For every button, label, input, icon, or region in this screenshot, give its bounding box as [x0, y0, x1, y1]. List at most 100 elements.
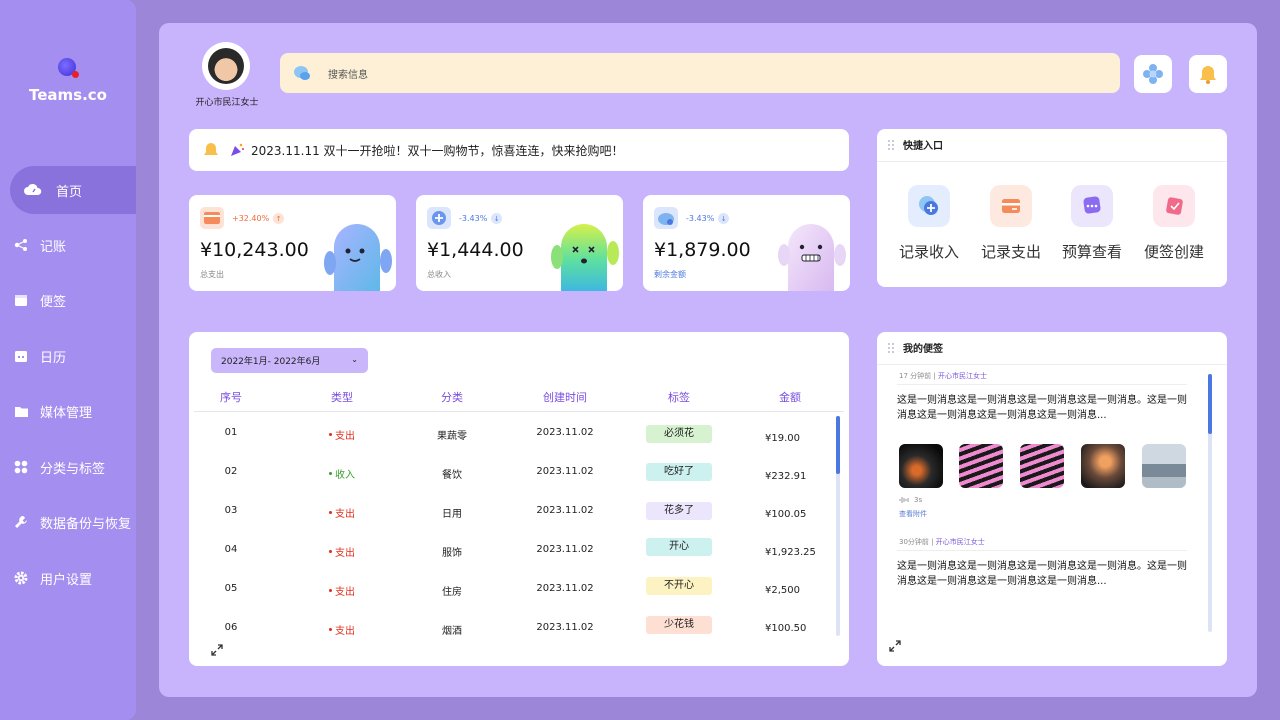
sidebar-item-calendar[interactable]: 日历: [10, 332, 136, 380]
bell-icon: [204, 143, 218, 155]
notification-button[interactable]: [1189, 55, 1227, 93]
drag-handle-icon[interactable]: [887, 342, 895, 354]
memo-time: 30分钟前: [899, 538, 929, 546]
sidebar-item-category-tags[interactable]: 分类与标签: [10, 443, 136, 491]
chat-dots-icon: [1071, 185, 1113, 227]
tag-badge[interactable]: 开心: [646, 538, 712, 556]
stat-change-value: +32.40%: [232, 214, 270, 223]
column-header[interactable]: 分类: [427, 389, 477, 405]
attachment-image[interactable]: [1081, 444, 1125, 488]
sidebar-item-backup[interactable]: 数据备份与恢复: [10, 498, 136, 546]
attachment-image[interactable]: [959, 444, 1003, 488]
flower-button[interactable]: [1134, 55, 1172, 93]
stat-change: +32.40% ↑: [232, 213, 285, 224]
memo-scrollbar[interactable]: [1208, 374, 1212, 632]
quick-item-record-income[interactable]: 记录收入: [889, 185, 969, 262]
cloud-icon: [654, 207, 678, 229]
quick-item-view-budget[interactable]: 预算查看: [1052, 185, 1132, 262]
stat-label: 剩余金额: [654, 270, 686, 279]
cell-time: 2023.11.02: [536, 544, 594, 555]
quick-item-label: 预算查看: [1061, 243, 1122, 261]
tag-badge[interactable]: 少花钱: [646, 616, 712, 634]
memo-time: 17 分钟前: [899, 372, 932, 380]
quick-item-record-expense[interactable]: 记录支出: [971, 185, 1051, 262]
card-header: 我的便签: [887, 340, 943, 355]
chevron-down-icon: ⌄: [351, 355, 358, 364]
avatar[interactable]: [202, 42, 250, 90]
cell-amount: ¥2,500: [765, 585, 800, 596]
logo-icon: [58, 58, 79, 78]
date-range-select[interactable]: 2022年1月- 2022年6月 ⌄: [211, 348, 368, 373]
divider: [877, 364, 1227, 365]
scrollbar-thumb[interactable]: [836, 416, 840, 474]
quick-item-create-memo[interactable]: 便签创建: [1134, 185, 1214, 262]
cell-type: 支出: [312, 505, 372, 520]
attachment-image[interactable]: [899, 444, 943, 488]
view-attachment-link[interactable]: 查看附件: [899, 509, 927, 519]
stat-label: 总收入: [427, 270, 451, 279]
voice-message[interactable]: 3s: [899, 496, 922, 504]
column-header[interactable]: 创建时间: [532, 389, 598, 405]
tag-badge[interactable]: 花多了: [646, 502, 712, 520]
column-header[interactable]: 标签: [654, 389, 704, 405]
stat-card-expense[interactable]: +32.40% ↑ ¥10,243.00 总支出: [189, 195, 396, 291]
stat-amount: ¥1,444.00: [427, 239, 524, 261]
cell-category: 住房: [442, 587, 462, 598]
cell-type: 收入: [312, 466, 372, 481]
column-header[interactable]: 金额: [765, 389, 815, 405]
cell-category: 服饰: [442, 548, 462, 559]
memo-text[interactable]: 这是一则消息这是一则消息这是一则消息这是一则消息。这是一则消息这是一则消息这是一…: [897, 393, 1187, 423]
search-bar[interactable]: 搜索信息: [280, 53, 1120, 93]
stat-amount: ¥10,243.00: [200, 239, 309, 261]
tag-badge[interactable]: 不开心: [646, 577, 712, 595]
tag-badge[interactable]: 必须花: [646, 425, 712, 443]
column-header[interactable]: 序号: [206, 389, 256, 405]
notice-text: 2023.11.11 双十一开抢啦！双十一购物节，惊喜连连，快来抢购吧！: [251, 143, 624, 158]
card-title: 快捷入口: [903, 141, 943, 152]
stat-card-balance[interactable]: -3.43% ↓ ¥1,879.00 剩余金额: [643, 195, 850, 291]
sidebar-item-settings[interactable]: 用户设置: [10, 554, 136, 602]
scrollbar-thumb[interactable]: [1208, 374, 1212, 434]
gear-icon: [12, 569, 30, 587]
stat-card-income[interactable]: -3.43% ↓ ¥1,444.00 总收入: [416, 195, 623, 291]
expand-icon[interactable]: [211, 644, 223, 656]
memo-author: 开心市民江女士: [935, 538, 985, 546]
column-header[interactable]: 类型: [317, 389, 367, 405]
attachment-image[interactable]: [1142, 444, 1186, 488]
card-icon: [990, 185, 1032, 227]
cell-category: 日用: [442, 509, 462, 520]
stat-change-value: -3.43%: [686, 214, 715, 223]
sidebar-item-media[interactable]: 媒体管理: [10, 387, 136, 435]
cell-amount: ¥1,923.25: [765, 547, 816, 558]
sidebar-item-label: 用户设置: [40, 572, 93, 588]
sidebar-item-label: 便签: [40, 294, 67, 310]
bell-icon: [1200, 66, 1216, 84]
date-range-value: 2022年1月- 2022年6月: [221, 357, 321, 367]
memo-meta: 17 分钟前 | 开心市民江女士: [899, 372, 987, 380]
drag-handle-icon[interactable]: [887, 139, 895, 151]
cell-amount: ¥100.05: [765, 509, 807, 520]
table-scrollbar[interactable]: [836, 416, 840, 636]
cell-no: 03: [224, 505, 238, 516]
divider: [877, 161, 1227, 162]
tag-badge[interactable]: 吃好了: [646, 463, 712, 481]
arrow-up-icon: ↑: [273, 213, 285, 224]
wrench-icon: [12, 513, 30, 531]
sidebar-item-label: 记账: [40, 239, 67, 255]
cell-category: 餐饮: [442, 470, 462, 481]
sidebar-item-label: 首页: [56, 184, 83, 200]
sidebar-item-memo[interactable]: 便签: [10, 276, 136, 324]
search-input[interactable]: 搜索信息: [328, 66, 368, 81]
cell-no: 06: [224, 622, 238, 633]
notice-banner[interactable]: 2023.11.11 双十一开抢啦！双十一购物节，惊喜连连，快来抢购吧！: [189, 129, 849, 171]
sidebar-item-label: 数据备份与恢复: [40, 516, 132, 532]
attachment-image[interactable]: [1020, 444, 1064, 488]
sidebar: Teams.co 首页 记账 便签 日历 媒体管理 分类与标签 数据备份与恢复 …: [0, 0, 136, 720]
memo-text[interactable]: 这是一则消息这是一则消息这是一则消息这是一则消息。这是一则消息这是一则消息这是一…: [897, 559, 1187, 589]
expand-icon[interactable]: [889, 640, 901, 652]
quick-item-label: 记录收入: [898, 243, 959, 261]
cell-category: 烟酒: [442, 626, 462, 637]
memo-card: 我的便签 17 分钟前 | 开心市民江女士 这是一则消息这是一则消息这是一则消息…: [877, 332, 1227, 666]
sidebar-item-home[interactable]: 首页: [10, 166, 136, 214]
sidebar-item-accounting[interactable]: 记账: [10, 221, 136, 269]
